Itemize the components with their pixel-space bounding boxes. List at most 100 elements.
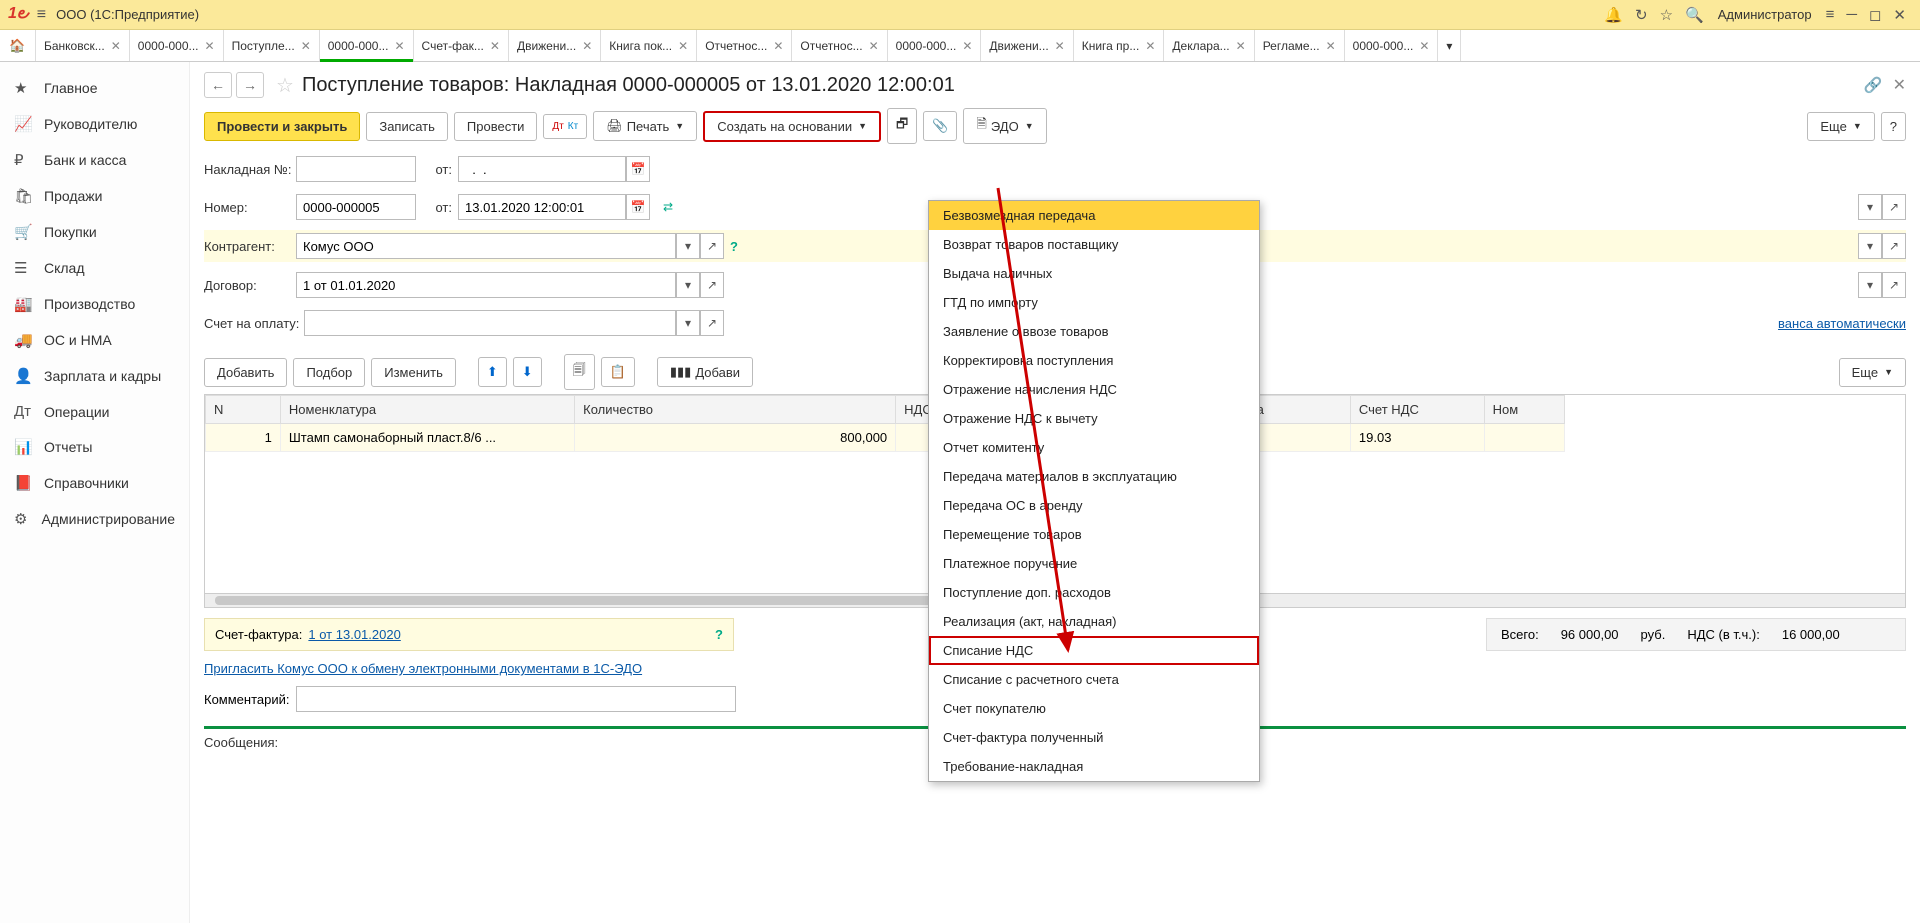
dropdown-item-6[interactable]: Отражение начисления НДС [929,375,1259,404]
dropdown-item-16[interactable]: Списание с расчетного счета [929,665,1259,694]
sidebar-item-12[interactable]: ⚙Администрирование [0,501,189,537]
col-acc-nds[interactable]: Счет НДС [1350,396,1484,424]
table-row[interactable]: 1Штамп самонаборный пласт.8/6 ...800,000… [206,424,1565,452]
tab-5[interactable]: Движени...✕ [509,30,601,61]
history-icon[interactable]: ↻ [1635,6,1648,24]
counterparty-help-icon[interactable]: ? [730,239,738,254]
tab-close-icon[interactable]: ✕ [111,39,121,53]
dropdown-item-15[interactable]: Списание НДС [929,636,1259,665]
tab-close-icon[interactable]: ✕ [1145,39,1155,53]
sidebar-item-10[interactable]: 📊Отчеты [0,429,189,465]
dropdown-item-10[interactable]: Передача ОС в аренду [929,491,1259,520]
warehouse-dropdown[interactable]: ▾ [1858,233,1882,259]
minimize-icon[interactable]: ─ [1846,6,1857,23]
tab-8[interactable]: Отчетнос...✕ [792,30,887,61]
counterparty-input[interactable] [296,233,676,259]
dropdown-item-4[interactable]: Заявление о ввозе товаров [929,317,1259,346]
settings-icon[interactable]: ≡ [1826,6,1835,23]
tab-close-icon[interactable]: ✕ [678,39,688,53]
dropdown-item-12[interactable]: Платежное поручение [929,549,1259,578]
copy-button[interactable]: 🗐 [564,354,595,390]
close-window-icon[interactable]: ✕ [1893,6,1906,24]
sidebar-item-3[interactable]: 🛍Продажи [0,178,189,214]
pick-button[interactable]: Подбор [293,358,365,387]
warehouse-open[interactable]: ↗ [1882,233,1906,259]
close-page-icon[interactable]: ✕ [1893,75,1906,95]
invoice-no-input[interactable] [296,156,416,182]
sidebar-item-1[interactable]: 📈Руководителю [0,106,189,142]
sidebar-item-2[interactable]: ₽Банк и касса [0,142,189,178]
dropdown-item-9[interactable]: Передача материалов в эксплуатацию [929,462,1259,491]
edit-row-button[interactable]: Изменить [371,358,456,387]
bill-dropdown[interactable]: ▾ [676,310,700,336]
add-row-button[interactable]: Добавить [204,358,287,387]
col-n[interactable]: N [206,396,281,424]
calc-open[interactable]: ↗ [1882,272,1906,298]
tab-1[interactable]: 0000-000...✕ [130,30,224,61]
sidebar-item-4[interactable]: 🛒Покупки [0,214,189,250]
tab-14[interactable]: 0000-000...✕ [1345,30,1439,61]
create-based-on-button[interactable]: Создать на основании ▼ [703,111,881,142]
tab-close-icon[interactable]: ✕ [869,39,879,53]
calendar-icon-2[interactable]: 📅 [626,194,650,220]
tab-11[interactable]: Книга пр...✕ [1074,30,1165,61]
link-icon[interactable]: 🔗 [1864,76,1883,94]
sidebar-item-8[interactable]: 👤Зарплата и кадры [0,358,189,394]
tab-9[interactable]: 0000-000...✕ [888,30,982,61]
contract-input[interactable] [296,272,676,298]
sidebar-item-5[interactable]: ☰Склад [0,250,189,286]
paste-button[interactable]: 📋 [601,357,635,387]
search-icon[interactable]: 🔍 [1685,6,1704,24]
tab-10[interactable]: Движени...✕ [981,30,1073,61]
col-nom[interactable]: Ном [1484,396,1564,424]
auto-advance-link[interactable]: ванса автоматически [1778,316,1906,331]
tab-13[interactable]: Регламе...✕ [1255,30,1345,61]
invoice-date-input[interactable] [458,156,626,182]
contract-dropdown[interactable]: ▾ [676,272,700,298]
bell-icon[interactable]: 🔔 [1604,6,1623,24]
counterparty-dropdown[interactable]: ▾ [676,233,700,259]
dropdown-item-5[interactable]: Корректировка поступления [929,346,1259,375]
tab-6[interactable]: Книга пок...✕ [601,30,697,61]
tab-close-icon[interactable]: ✕ [205,39,215,53]
org-open[interactable]: ↗ [1882,194,1906,220]
dropdown-item-0[interactable]: Безвозмездная передача [929,201,1259,230]
tab-close-icon[interactable]: ✕ [962,39,972,53]
bill-open[interactable]: ↗ [700,310,724,336]
dropdown-item-17[interactable]: Счет покупателю [929,694,1259,723]
counterparty-open[interactable]: ↗ [700,233,724,259]
contract-open[interactable]: ↗ [700,272,724,298]
tab-7[interactable]: Отчетнос...✕ [697,30,792,61]
help-button[interactable]: ? [1881,112,1906,141]
dropdown-item-18[interactable]: Счет-фактура полученный [929,723,1259,752]
number-date-input[interactable] [458,194,626,220]
tab-0[interactable]: Банковск...✕ [36,30,130,61]
print-button[interactable]: 🖨 Печать ▼ [593,111,697,141]
dropdown-item-1[interactable]: Возврат товаров поставщику [929,230,1259,259]
dropdown-item-3[interactable]: ГТД по импорту [929,288,1259,317]
forward-button[interactable]: → [236,72,264,98]
dropdown-item-8[interactable]: Отчет комитенту [929,433,1259,462]
move-down-button[interactable]: ⬇ [513,357,542,387]
org-dropdown[interactable]: ▾ [1858,194,1882,220]
sidebar-item-0[interactable]: ★Главное [0,70,189,106]
dropdown-item-14[interactable]: Реализация (акт, накладная) [929,607,1259,636]
dropdown-item-2[interactable]: Выдача наличных [929,259,1259,288]
sf-help-icon[interactable]: ? [715,627,723,642]
tab-close-icon[interactable]: ✕ [1326,39,1336,53]
tab-12[interactable]: Деклара...✕ [1164,30,1254,61]
favorite-icon[interactable]: ☆ [276,73,294,98]
dropdown-item-13[interactable]: Поступление доп. расходов [929,578,1259,607]
back-button[interactable]: ← [204,72,232,98]
related-button[interactable]: 🗗 [887,108,917,144]
table-more-button[interactable]: Еще ▼ [1839,358,1906,387]
home-tab[interactable]: 🏠 [0,30,36,61]
tab-4[interactable]: Счет-фак...✕ [414,30,509,61]
sidebar-item-11[interactable]: 📕Справочники [0,465,189,501]
more-button[interactable]: Еще ▼ [1807,112,1874,141]
dropdown-item-7[interactable]: Отражение НДС к вычету [929,404,1259,433]
calc-dropdown[interactable]: ▾ [1858,272,1882,298]
status-icon[interactable]: ⇄ [656,194,680,220]
tab-overflow[interactable]: ▾ [1438,30,1461,61]
tab-close-icon[interactable]: ✕ [490,39,500,53]
